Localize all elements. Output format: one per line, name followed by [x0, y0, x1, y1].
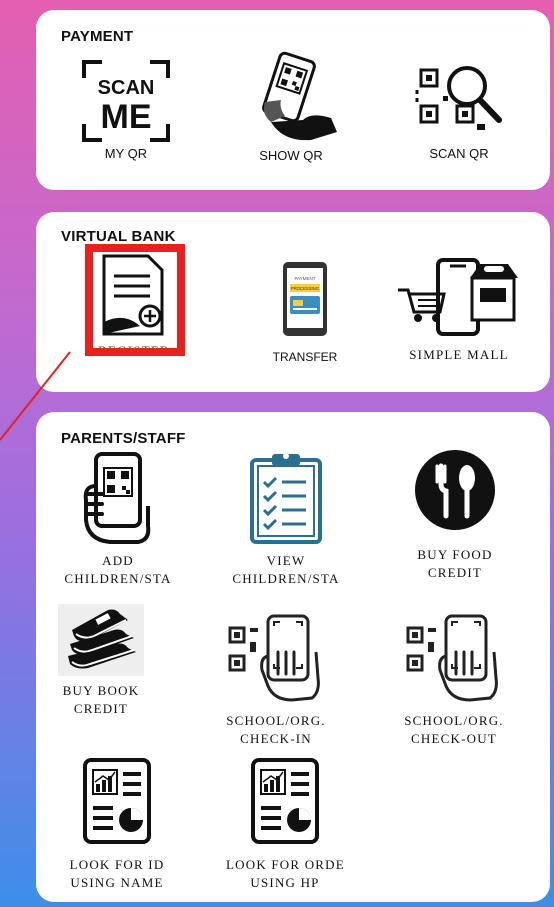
svg-text:SCAN: SCAN	[98, 77, 155, 99]
look-for-id-label-2: USING NAME	[70, 875, 164, 890]
qr-magnifier-icon	[415, 66, 502, 130]
transfer-button[interactable]: PAYMENT PROCESSING TRANSFER	[250, 260, 360, 364]
school-check-in-button[interactable]: SCHOOL/ORG. CHECK-IN	[216, 612, 336, 748]
phone-qr-hand-icon	[262, 51, 337, 141]
payment-card: PAYMENT SCAN ME MY QR SHOW QR SCAN QR	[36, 10, 550, 190]
svg-text:PROCESSING: PROCESSING	[291, 286, 319, 291]
buy-food-credit-label-1: BUY FOOD	[417, 547, 493, 562]
buy-food-credit-label-2: CREDIT	[427, 565, 483, 580]
look-for-order-label-2: USING HP	[250, 875, 320, 890]
buy-food-credit-button[interactable]: BUY FOOD CREDIT	[390, 448, 520, 582]
virtual-bank-title: VIRTUAL BANK	[61, 228, 176, 245]
virtual-bank-card: VIRTUAL BANK REGISTER PAYMENT PROCESSING…	[36, 212, 550, 392]
show-qr-label: SHOW QR	[259, 148, 323, 163]
buy-book-credit-button[interactable]: BUY BOOK CREDIT	[58, 604, 144, 718]
school-check-in-label-1: SCHOOL/ORG.	[226, 713, 326, 728]
hand-phone-qr-icon	[83, 452, 151, 544]
svg-text:PAYMENT: PAYMENT	[294, 276, 315, 281]
school-check-out-label-1: SCHOOL/ORG.	[404, 713, 504, 728]
look-for-order-label-1: LOOK FOR ORDEI	[226, 857, 344, 872]
look-for-order-button[interactable]: LOOK FOR ORDEI USING HP	[226, 756, 344, 892]
fork-spoon-icon	[415, 450, 495, 530]
simple-mall-label: SIMPLE MALL	[409, 347, 509, 362]
parents-staff-title: PARENTS/STAFF	[61, 430, 186, 447]
parents-staff-card: PARENTS/STAFF ADD CHILDREN/STA VIEW CHIL…	[36, 412, 550, 902]
add-children-label-1: ADD	[102, 553, 134, 568]
register-label: REGISTER	[98, 343, 170, 354]
my-qr-button[interactable]: SCAN ME MY QR	[76, 58, 176, 161]
look-for-id-button[interactable]: LOOK FOR ID USING NAME	[54, 756, 180, 892]
my-qr-label: MY QR	[104, 146, 148, 161]
report-chart-icon	[83, 758, 151, 844]
scan-me-icon: SCAN ME	[82, 60, 170, 142]
qr-hand-phone-icon	[406, 614, 498, 702]
buy-book-credit-label-1: BUY BOOK	[62, 683, 140, 698]
phone-shopping-cart-icon	[398, 258, 518, 336]
scan-qr-label: SCAN QR	[429, 146, 489, 161]
school-check-out-button[interactable]: SCHOOL/ORG. CHECK-OUT	[392, 612, 516, 748]
register-document-icon	[102, 254, 164, 336]
report-chart-icon	[251, 758, 319, 844]
transfer-label: TRANSFER	[272, 350, 338, 364]
view-children-label-1: VIEW	[266, 553, 306, 568]
view-children-label-2: CHILDREN/STA	[232, 571, 340, 586]
qr-hand-phone-icon	[228, 614, 320, 702]
school-check-in-label-2: CHECK-IN	[240, 731, 312, 746]
buy-book-credit-label-2: CREDIT	[73, 701, 129, 716]
clipboard-checklist-icon	[250, 453, 322, 544]
show-qr-button[interactable]: SHOW QR	[236, 50, 346, 163]
payment-title: PAYMENT	[61, 28, 134, 45]
school-check-out-label-2: CHECK-OUT	[411, 731, 497, 746]
look-for-id-label-1: LOOK FOR ID	[69, 857, 165, 872]
view-children-button[interactable]: VIEW CHILDREN/STA	[226, 450, 346, 588]
books-stack-icon	[58, 604, 144, 676]
simple-mall-button[interactable]: SIMPLE MALL	[394, 256, 524, 364]
add-children-button[interactable]: ADD CHILDREN/STA	[58, 450, 178, 588]
scan-qr-button[interactable]: SCAN QR	[404, 58, 514, 161]
add-children-label-2: CHILDREN/STA	[64, 571, 172, 586]
svg-text:ME: ME	[101, 98, 152, 136]
register-button[interactable]: REGISTER	[84, 250, 184, 354]
phone-transfer-icon: PAYMENT PROCESSING	[283, 262, 327, 336]
